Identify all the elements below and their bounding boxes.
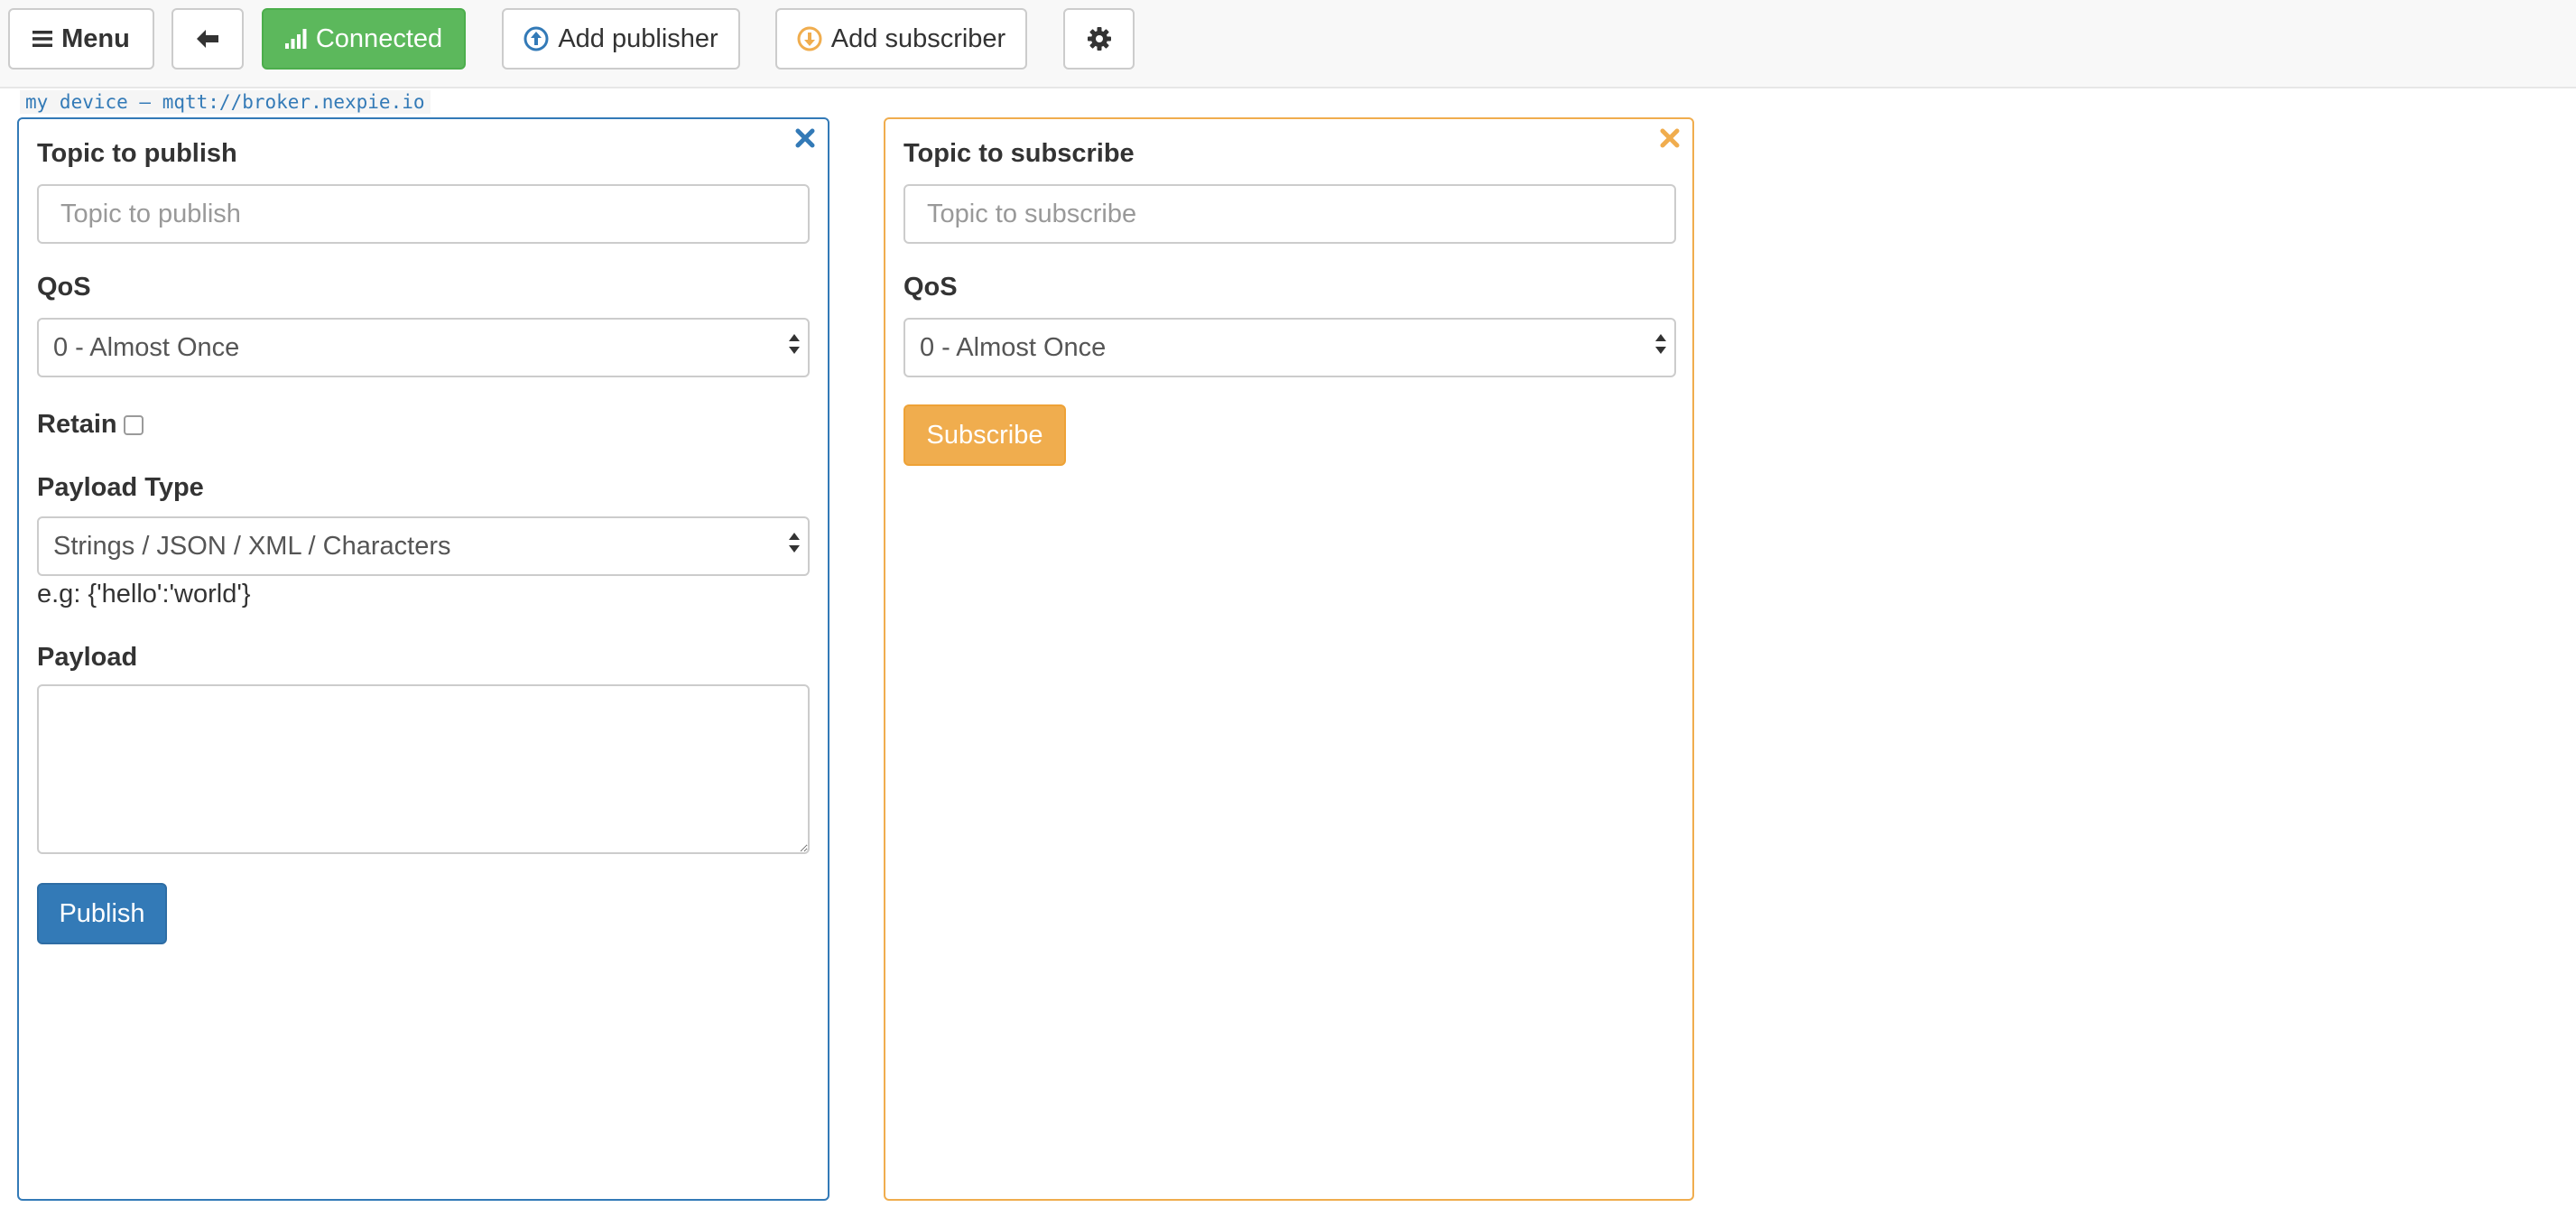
payload-type-value: Strings / JSON / XML / Characters (53, 531, 451, 561)
settings-button[interactable] (1063, 8, 1135, 70)
back-button[interactable] (171, 8, 244, 70)
subscribe-qos-value: 0 - Almost Once (920, 332, 1107, 362)
hamburger-icon (32, 30, 53, 48)
publisher-panel: Topic to publish QoS 0 - Almost Once Ret… (17, 117, 829, 1201)
payload-textarea[interactable] (37, 684, 810, 854)
arrow-circle-up-icon (524, 26, 549, 51)
retain-checkbox[interactable] (124, 415, 144, 435)
connection-status-button[interactable]: Connected (262, 8, 466, 70)
subscribe-button-label: Subscribe (926, 420, 1043, 450)
publish-qos-label: QoS (37, 273, 91, 302)
arrow-left-icon (195, 28, 220, 50)
arrow-circle-down-icon (797, 26, 822, 51)
publish-qos-value: 0 - Almost Once (53, 332, 240, 362)
select-arrows-icon (1654, 332, 1667, 363)
publish-qos-select[interactable]: 0 - Almost Once (37, 318, 810, 377)
close-icon (794, 127, 816, 149)
subscriber-panel: Topic to subscribe QoS 0 - Almost Once S… (884, 117, 1694, 1201)
payload-example-text: e.g: {'hello':'world'} (37, 580, 251, 608)
gear-icon (1087, 26, 1112, 51)
add-publisher-button[interactable]: Add publisher (502, 8, 740, 70)
subscribe-qos-select[interactable]: 0 - Almost Once (903, 318, 1676, 377)
publisher-close-button[interactable] (790, 123, 820, 153)
top-navbar: Menu Connected Add publisher Add subscri… (0, 0, 2576, 88)
subscribe-topic-label: Topic to subscribe (903, 139, 1135, 168)
publish-button-label: Publish (59, 898, 145, 928)
publish-button[interactable]: Publish (37, 883, 167, 944)
close-icon (1659, 127, 1681, 149)
connection-status-label: Connected (315, 23, 443, 53)
signal-icon (284, 29, 307, 49)
retain-label: Retain (37, 410, 117, 439)
add-publisher-label: Add publisher (558, 23, 718, 53)
subscribe-qos-label: QoS (903, 273, 958, 302)
connection-info: my device – mqtt://broker.nexpie.io (20, 90, 431, 114)
select-arrows-icon (788, 332, 801, 363)
menu-button-label: Menu (61, 23, 130, 53)
subscribe-button[interactable]: Subscribe (903, 404, 1066, 466)
payload-type-label: Payload Type (37, 473, 204, 502)
subscribe-topic-input[interactable] (903, 184, 1676, 244)
menu-button[interactable]: Menu (8, 8, 154, 70)
payload-type-select[interactable]: Strings / JSON / XML / Characters (37, 516, 810, 576)
publish-topic-label: Topic to publish (37, 139, 237, 168)
publish-topic-input[interactable] (37, 184, 810, 244)
subscriber-close-button[interactable] (1654, 123, 1685, 153)
add-subscriber-button[interactable]: Add subscriber (775, 8, 1027, 70)
add-subscriber-label: Add subscriber (830, 23, 1006, 53)
select-arrows-icon (788, 531, 801, 562)
payload-label: Payload (37, 643, 138, 672)
